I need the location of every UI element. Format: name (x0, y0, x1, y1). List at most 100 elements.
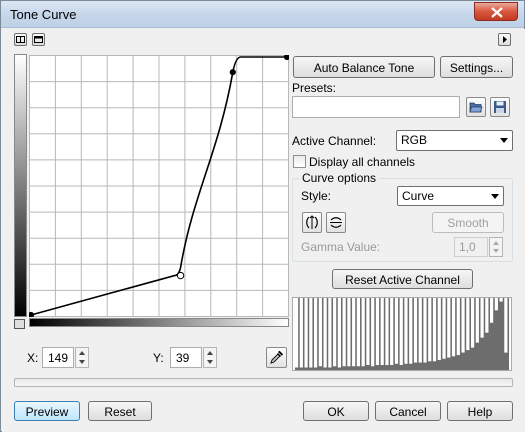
auto-balance-tone-button[interactable]: Auto Balance Tone (293, 56, 435, 78)
histogram (292, 297, 512, 371)
window-button[interactable] (32, 33, 45, 46)
presets-label: Presets: (292, 81, 337, 95)
histogram-bar (309, 298, 313, 368)
cancel-label: Cancel (389, 405, 427, 419)
dialog-body: Auto Balance Tone Settings... Presets: A… (2, 29, 525, 432)
histogram-bar (499, 298, 503, 302)
x-input[interactable]: 149 (42, 347, 74, 368)
y-spinner[interactable] (203, 347, 217, 368)
histogram-bar (366, 298, 370, 366)
y-input[interactable]: 39 (170, 347, 202, 368)
settings-label: Settings... (449, 61, 504, 75)
histogram-bar (451, 298, 456, 357)
histogram-bar (485, 298, 489, 333)
histogram-bar (480, 298, 484, 338)
flip-vertical-button[interactable] (302, 212, 322, 233)
active-channel-value: RGB (401, 133, 428, 147)
histogram-bar (361, 298, 365, 367)
graph-corner-button[interactable] (14, 319, 25, 329)
histogram-bar (423, 298, 427, 363)
histogram-bar (404, 298, 408, 364)
histogram-bar (299, 298, 303, 368)
input-gradient-bar (29, 318, 289, 327)
histogram-bar (356, 298, 361, 367)
title-bar: Tone Curve (1, 1, 524, 28)
histogram-bar (470, 298, 475, 348)
histogram-bar (318, 298, 322, 367)
histogram-bar (390, 298, 394, 366)
chevron-down-icon (491, 194, 499, 199)
reset-button[interactable]: Reset (88, 401, 152, 421)
histogram-bar (394, 298, 399, 364)
gamma-spinner[interactable] (489, 237, 503, 257)
histogram-bar (375, 298, 380, 366)
histogram-bar (442, 298, 446, 359)
curve-control-point[interactable] (29, 311, 35, 317)
histogram-bar (413, 298, 418, 363)
histogram-bar (385, 298, 389, 366)
progress-bar (14, 378, 513, 387)
y-value: 39 (176, 351, 190, 365)
gamma-value-input[interactable]: 1,0 (454, 237, 488, 257)
style-dropdown[interactable]: Curve (397, 186, 504, 206)
flip-vertical-icon (306, 215, 318, 229)
spin-up-icon (79, 351, 85, 355)
window-title: Tone Curve (10, 7, 77, 22)
ok-label: OK (327, 405, 345, 419)
auto-balance-label: Auto Balance Tone (313, 61, 415, 75)
spin-down-icon (493, 249, 499, 253)
open-preset-button[interactable] (466, 97, 486, 117)
preview-button[interactable]: Preview (14, 401, 80, 421)
x-spinner[interactable] (75, 347, 89, 368)
close-icon (491, 7, 503, 18)
folder-open-icon (469, 102, 483, 113)
histogram-bar (352, 298, 356, 367)
histogram-bar (428, 298, 432, 362)
help-button[interactable]: Help (447, 401, 513, 421)
histogram-bar (342, 298, 346, 367)
curve-options-title: Curve options (299, 171, 380, 185)
spin-up-icon (493, 241, 499, 245)
close-button[interactable] (474, 2, 518, 21)
curve-control-point[interactable] (283, 55, 289, 61)
histogram-bar (380, 298, 384, 366)
active-channel-dropdown[interactable]: RGB (396, 130, 513, 151)
tone-curve-dialog: Tone Curve Auto Balance Tone Settings...… (0, 0, 525, 432)
style-value: Curve (402, 189, 435, 203)
dock-button[interactable] (14, 33, 27, 46)
histogram-bar (337, 298, 341, 368)
histogram-bar (371, 298, 375, 367)
histogram-bar (461, 298, 465, 353)
active-channel-label: Active Channel: (292, 134, 377, 148)
eyedropper-button[interactable] (266, 347, 287, 368)
histogram-bar (418, 298, 422, 363)
reset-active-channel-button[interactable]: Reset Active Channel (332, 269, 473, 289)
curve-control-point[interactable] (176, 271, 185, 280)
histogram-bar (304, 298, 308, 368)
presets-field[interactable] (292, 96, 460, 118)
histogram-bar (432, 298, 437, 362)
spin-down-icon (79, 360, 85, 364)
histogram-bar (347, 298, 351, 367)
curve-control-point[interactable] (229, 69, 236, 76)
histogram-bar (466, 298, 470, 351)
histogram-bar (437, 298, 441, 361)
display-all-channels-label: Display all channels (309, 155, 416, 169)
smooth-button[interactable]: Smooth (432, 212, 504, 233)
tone-curve-graph[interactable] (29, 55, 289, 317)
histogram-bar (409, 298, 413, 364)
flip-horizontal-button[interactable] (326, 212, 346, 233)
histogram-bar (494, 298, 498, 311)
save-preset-button[interactable] (490, 97, 510, 117)
histogram-bar (504, 298, 508, 353)
flyout-menu-button[interactable] (498, 33, 511, 46)
histogram-bar (328, 298, 332, 368)
ok-button[interactable]: OK (303, 401, 369, 421)
style-label: Style: (301, 189, 332, 203)
cancel-button[interactable]: Cancel (375, 401, 441, 421)
x-label: X: (27, 351, 39, 365)
save-icon (494, 101, 506, 113)
display-all-channels-checkbox[interactable] (293, 155, 306, 168)
x-value: 149 (48, 351, 69, 365)
settings-button[interactable]: Settings... (440, 56, 513, 78)
